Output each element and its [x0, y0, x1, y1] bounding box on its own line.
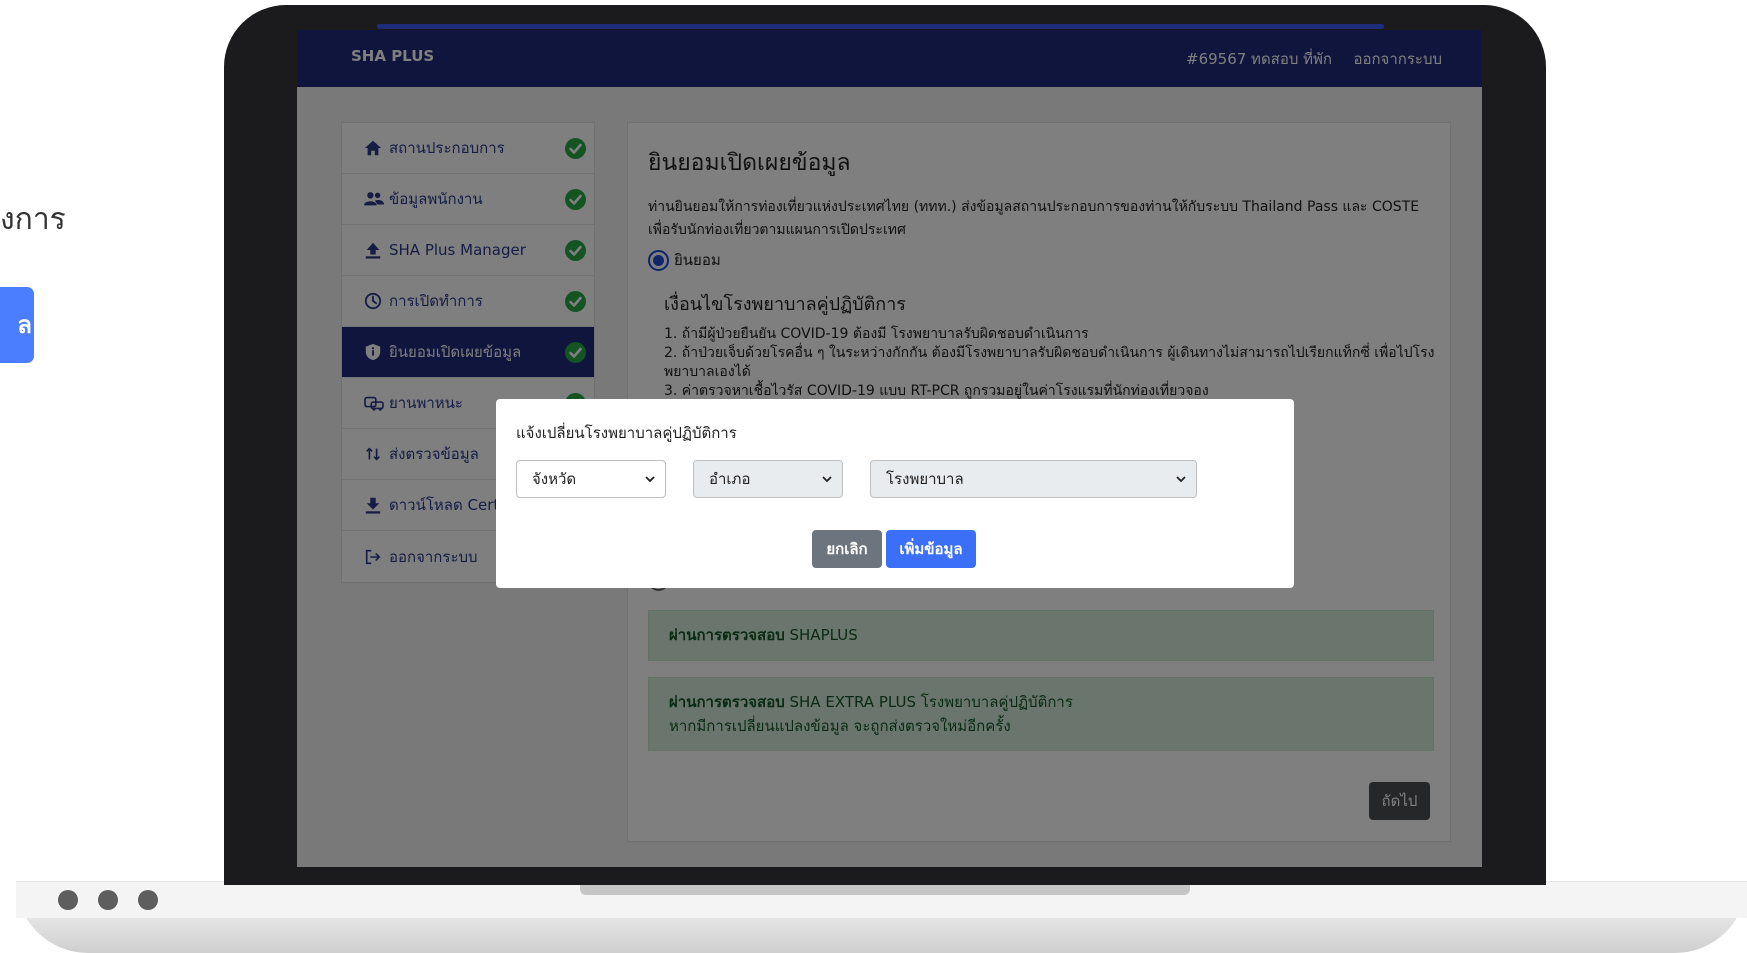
- cancel-button[interactable]: ยกเลิก: [812, 530, 882, 568]
- district-select-value: อำเภอ: [709, 470, 751, 488]
- add-data-button[interactable]: เพิ่มข้อมูล: [886, 530, 976, 568]
- change-hospital-modal: แจ้งเปลี่ยนโรงพยาบาลคู่ปฏิบัติการ จังหวั…: [496, 399, 1294, 588]
- left-page-text: งการ: [0, 202, 66, 237]
- stage: งการ ล SHA PLUS #69567 ทดสอบ ที่พัก ออกจ…: [0, 0, 1747, 953]
- left-page-button[interactable]: ล: [0, 287, 34, 363]
- province-select-value: จังหวัด: [532, 470, 577, 488]
- window-dot: [58, 890, 78, 910]
- window-dot: [98, 890, 118, 910]
- window-dot: [138, 890, 158, 910]
- chevron-down-icon: [644, 474, 656, 484]
- modal-title: แจ้งเปลี่ยนโรงพยาบาลคู่ปฏิบัติการ: [516, 424, 737, 442]
- hospital-select[interactable]: โรงพยาบาล: [870, 460, 1197, 498]
- screen-accent-line: [377, 24, 1384, 29]
- chevron-down-icon: [821, 474, 833, 484]
- laptop-screen: SHA PLUS #69567 ทดสอบ ที่พัก ออกจากระบบ …: [297, 30, 1482, 867]
- chevron-down-icon: [1175, 474, 1187, 484]
- district-select[interactable]: อำเภอ: [693, 460, 843, 498]
- province-select[interactable]: จังหวัด: [516, 460, 666, 498]
- hospital-select-value: โรงพยาบาล: [886, 470, 964, 488]
